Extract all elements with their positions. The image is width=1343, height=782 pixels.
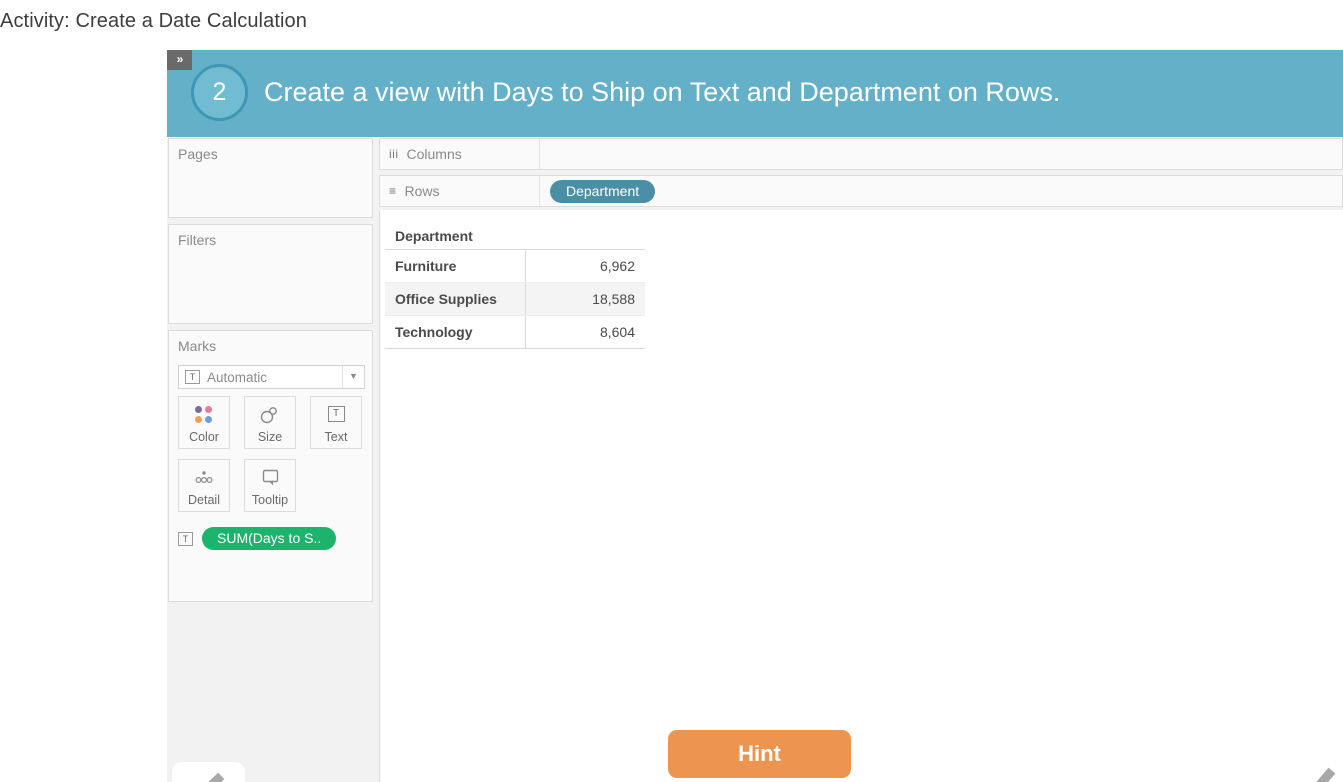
chevron-down-icon[interactable]: ▼ bbox=[342, 366, 364, 388]
crosstab-table: Department Furniture 6,962 Office Suppli… bbox=[385, 226, 645, 349]
columns-icon: iii bbox=[389, 147, 399, 161]
text-field-icon: T bbox=[178, 531, 193, 546]
instruction-text: Create a view with Days to Ship on Text … bbox=[264, 77, 1061, 107]
row-value: 6,962 bbox=[525, 249, 645, 283]
mark-type-dropdown[interactable]: T Automatic ▼ bbox=[178, 365, 365, 389]
row-dimension: Furniture bbox=[385, 249, 526, 283]
marks-text-label: Text bbox=[324, 430, 348, 444]
page-title: Activity: Create a Date Calculation bbox=[0, 10, 307, 32]
row-value: 8,604 bbox=[525, 315, 645, 349]
worksheet-view[interactable]: Department Furniture 6,962 Office Suppli… bbox=[379, 210, 1343, 782]
marks-size-label: Size bbox=[257, 430, 283, 444]
pages-card-title: Pages bbox=[178, 146, 218, 162]
color-dots-icon bbox=[179, 404, 229, 426]
chevron-left-icon bbox=[208, 772, 225, 782]
size-circles-icon bbox=[245, 404, 295, 426]
expand-panel-icon[interactable]: » bbox=[167, 50, 192, 70]
marks-color-label: Color bbox=[189, 430, 219, 444]
table-row[interactable]: Technology 8,604 bbox=[385, 315, 645, 349]
marks-card-title: Marks bbox=[178, 338, 217, 354]
instruction-banner: » 2 Create a view with Days to Ship on T… bbox=[167, 50, 1343, 137]
marks-card[interactable]: Marks T Automatic ▼ Color Size T Text De… bbox=[168, 330, 373, 602]
row-value: 18,588 bbox=[525, 282, 645, 316]
columns-label-text: Columns bbox=[406, 146, 462, 162]
mark-type-t-icon: T bbox=[185, 370, 200, 384]
rows-shelf-dropzone[interactable]: Department bbox=[540, 179, 1342, 203]
marks-measure-pill[interactable]: SUM(Days to S.. bbox=[202, 527, 337, 550]
marks-detail-button[interactable]: Detail bbox=[178, 459, 230, 512]
previous-step-button[interactable] bbox=[172, 762, 245, 782]
columns-shelf[interactable]: iii Columns bbox=[379, 138, 1343, 170]
detail-dots-icon bbox=[179, 467, 229, 489]
marks-tooltip-label: Tooltip bbox=[251, 493, 289, 507]
columns-shelf-label: iii Columns bbox=[380, 139, 540, 169]
pages-card[interactable]: Pages bbox=[168, 138, 373, 218]
rows-icon: ≡ bbox=[389, 184, 397, 198]
crosstab-header-label: Department bbox=[385, 226, 645, 250]
confirm-step-button[interactable] bbox=[1267, 759, 1340, 782]
tableau-workspace: » 2 Create a view with Days to Ship on T… bbox=[167, 50, 1343, 782]
marks-pill-row: T SUM(Days to S.. bbox=[178, 527, 337, 550]
rows-shelf-label: ≡ Rows bbox=[380, 176, 540, 206]
rows-department-pill[interactable]: Department bbox=[550, 179, 656, 203]
table-row[interactable]: Office Supplies 18,588 bbox=[385, 282, 645, 316]
marks-detail-label: Detail bbox=[188, 493, 220, 507]
rows-shelf[interactable]: ≡ Rows Department bbox=[379, 175, 1343, 207]
text-t-icon: T bbox=[311, 404, 361, 426]
row-dimension: Office Supplies bbox=[385, 282, 526, 316]
tooltip-bubble-icon bbox=[245, 467, 295, 489]
screen-root: Activity: Create a Date Calculation » 2 … bbox=[0, 0, 1343, 782]
marks-text-button[interactable]: T Text bbox=[310, 396, 362, 449]
mark-type-label: Automatic bbox=[207, 369, 268, 385]
marks-tooltip-button[interactable]: Tooltip bbox=[244, 459, 296, 512]
filters-card-title: Filters bbox=[178, 232, 217, 248]
filters-card[interactable]: Filters bbox=[168, 224, 373, 324]
marks-color-button[interactable]: Color bbox=[178, 396, 230, 449]
marks-size-button[interactable]: Size bbox=[244, 396, 296, 449]
table-header-row: Department bbox=[385, 226, 645, 250]
hint-button[interactable]: Hint bbox=[668, 730, 851, 778]
table-row[interactable]: Furniture 6,962 bbox=[385, 249, 645, 283]
checkmark-icon bbox=[1316, 767, 1336, 782]
rows-label-text: Rows bbox=[404, 183, 440, 199]
row-dimension: Technology bbox=[385, 315, 526, 349]
text-t-glyph: T bbox=[327, 406, 345, 422]
step-number-badge: 2 bbox=[191, 64, 248, 121]
